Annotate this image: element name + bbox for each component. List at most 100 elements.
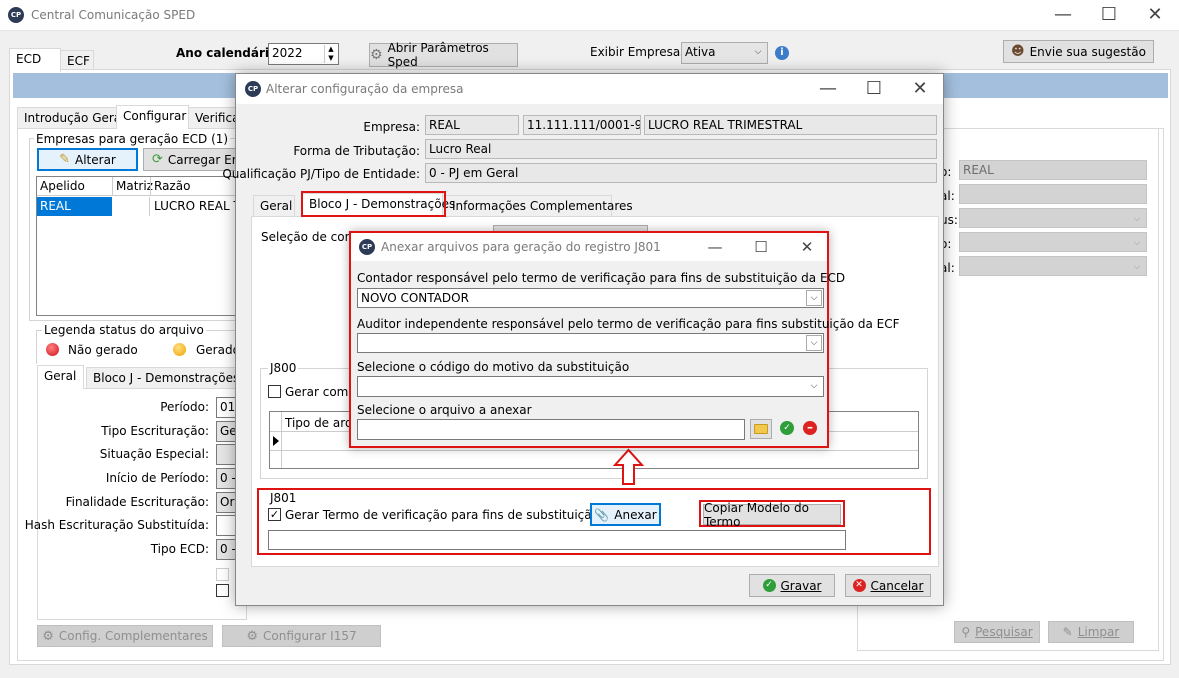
exibir-empresas-select[interactable]: Ativa ⌵: [681, 42, 768, 64]
motivo-label: Selecione o código do motivo da substitu…: [357, 360, 630, 374]
arquivo-input[interactable]: [357, 419, 745, 440]
tipo-escrituracao-label: Tipo Escrituração:: [101, 424, 209, 438]
configurar-i157-button[interactable]: ⚙ Configurar I157: [222, 625, 381, 647]
empresas-group-title: Empresas para geração ECD (1): [34, 132, 231, 146]
chevron-down-icon: ⌵: [806, 290, 822, 306]
chevron-down-icon: ⌵: [810, 381, 818, 391]
tab-configurar[interactable]: Configurar: [116, 105, 189, 129]
empresas-grid[interactable]: Apelido Matriz Razão REAL LUCRO REAL TR: [36, 176, 259, 316]
cancelar-button[interactable]: ✕ Cancelar: [845, 574, 931, 597]
tab-ecd[interactable]: ECD: [9, 48, 61, 72]
periodo-label: Período:: [160, 400, 209, 414]
j800-title: J800: [268, 361, 299, 375]
maximize-icon[interactable]: ☐: [1086, 0, 1132, 30]
empresa-cnpj-field: 11.111.111/0001-91: [523, 115, 641, 135]
motivo-select[interactable]: ⌵: [357, 376, 824, 397]
stepper-arrows-icon[interactable]: ▲ ▼: [324, 45, 337, 63]
refresh-icon: ⟳: [152, 152, 163, 167]
minimize-icon[interactable]: —: [692, 232, 738, 262]
chevron-down-icon: ⌵: [1133, 261, 1141, 272]
config-complementares-button[interactable]: ⚙ Config. Complementares: [37, 625, 213, 647]
right-select-4[interactable]: ⌵: [959, 232, 1147, 252]
alterar-title: Alterar configuração da empresa: [266, 82, 464, 96]
legenda-nao-gerado: Não gerado: [68, 343, 138, 357]
termo-path-input[interactable]: [268, 530, 846, 550]
tab-bloco-j-lower[interactable]: Bloco J - Demonstrações: [86, 367, 239, 389]
grid-header-matriz[interactable]: Matriz: [116, 179, 153, 193]
eraser-icon: ✎: [1062, 625, 1073, 639]
anexar-button[interactable]: 📎 Anexar: [590, 503, 661, 526]
info-icon[interactable]: i: [775, 46, 789, 60]
edit-icon: ✎: [59, 152, 71, 167]
legenda-gerado: Gerado: [196, 343, 240, 357]
auditor-select[interactable]: ⌵: [357, 333, 824, 353]
right-select-5[interactable]: ⌵: [959, 256, 1147, 276]
auditor-label: Auditor independente responsável pelo te…: [357, 317, 900, 331]
chevron-down-icon: ⌵: [1133, 237, 1141, 248]
qualificacao-field: 0 - PJ em Geral: [425, 163, 937, 183]
grid-header-razao[interactable]: Razão: [154, 179, 190, 193]
minimize-icon[interactable]: —: [805, 74, 851, 104]
inicio-periodo-label: Início de Período:: [105, 471, 209, 485]
remove-icon[interactable]: –: [803, 421, 817, 435]
row-apelido-cell: REAL: [37, 197, 112, 216]
tab-introducao-geral[interactable]: Introdução Geral: [17, 107, 125, 129]
contador-select[interactable]: NOVO CONTADOR ⌵: [357, 288, 824, 308]
close-icon[interactable]: ✕: [1132, 0, 1178, 30]
gear-icon: ⚙: [42, 628, 54, 644]
right-select-3[interactable]: ⌵: [959, 208, 1147, 228]
gerar-termo-checkbox[interactable]: ✓: [268, 508, 281, 521]
exibir-empresas-label: Exibir Empresas:: [590, 45, 691, 59]
up-arrow-icon: [613, 448, 644, 485]
limpar-button[interactable]: ✎ Limpar: [1048, 621, 1134, 643]
alterar-button[interactable]: ✎ Alterar: [37, 148, 138, 171]
row-matriz-cell: [112, 197, 150, 216]
table-row[interactable]: REAL LUCRO REAL TR: [37, 197, 258, 216]
minimize-icon[interactable]: —: [1040, 0, 1086, 30]
empresa-apelido-field: REAL: [425, 115, 519, 135]
tributacao-label: Forma de Tributação:: [293, 144, 420, 158]
anexar-title: Anexar arquivos para geração do registro…: [381, 240, 661, 254]
app-icon: CP: [245, 81, 261, 97]
copiar-modelo-button[interactable]: Copiar Modelo do Termo: [703, 501, 841, 529]
finalidade-escrituracao-label: Finalidade Escrituração:: [65, 495, 209, 509]
tab-informacoes-complementares[interactable]: Informações Complementares: [445, 195, 633, 217]
grid-header-apelido[interactable]: Apelido: [40, 179, 85, 193]
right-field-1[interactable]: REAL: [959, 160, 1147, 180]
envie-sugestao-button[interactable]: ☻ Envie sua sugestão: [1003, 40, 1154, 63]
cancel-icon: ✕: [852, 579, 866, 592]
legenda-group-title: Legenda status do arquivo: [42, 323, 206, 337]
option-checkbox-2[interactable]: [216, 584, 229, 597]
ano-calendario-stepper[interactable]: 2022 ▲ ▼: [268, 43, 339, 65]
folder-browse-button[interactable]: [750, 419, 772, 439]
pesquisar-button[interactable]: ⚲ Pesquisar: [954, 621, 1040, 643]
chevron-down-icon: ⌵: [754, 47, 762, 57]
maximize-icon[interactable]: ☐: [738, 232, 784, 262]
paperclip-icon: 📎: [594, 507, 610, 522]
close-icon[interactable]: ✕: [784, 232, 830, 262]
maximize-icon[interactable]: ☐: [851, 74, 897, 104]
option-checkbox-1[interactable]: [216, 568, 229, 581]
right-field-2[interactable]: [959, 184, 1147, 204]
confirm-icon[interactable]: ✓: [780, 421, 794, 435]
gravar-button[interactable]: ✓ Gravar: [749, 574, 835, 597]
abrir-parametros-button[interactable]: ⚙ Abrir Parâmetros Sped: [369, 41, 518, 69]
person-icon: ☻: [1011, 44, 1025, 59]
bloco-j-tab-highlight: [301, 191, 446, 217]
search-icon: ⚲: [961, 625, 971, 639]
gerar-com-checkbox[interactable]: [268, 385, 281, 398]
folder-icon: [754, 424, 768, 434]
gear-icon: ⚙: [370, 47, 383, 63]
arquivo-label: Selecione o arquivo a anexar: [357, 403, 532, 417]
main-window-title: Central Comunicação SPED: [31, 8, 196, 22]
empresa-label: Empresa:: [363, 120, 420, 134]
ano-calendario-label: Ano calendário:: [176, 46, 283, 60]
anexar-titlebar: CP Anexar arquivos para geração do regis…: [351, 233, 827, 261]
check-icon: ✓: [762, 579, 776, 592]
qualificacao-label: Qualificação PJ/Tipo de Entidade:: [222, 167, 420, 181]
close-icon[interactable]: ✕: [897, 74, 943, 104]
tab-geral-dialog[interactable]: Geral: [253, 195, 295, 217]
tab-geral-lower[interactable]: Geral: [37, 365, 84, 389]
status-orange-icon: [173, 343, 186, 356]
tributacao-field: Lucro Real: [425, 139, 937, 159]
